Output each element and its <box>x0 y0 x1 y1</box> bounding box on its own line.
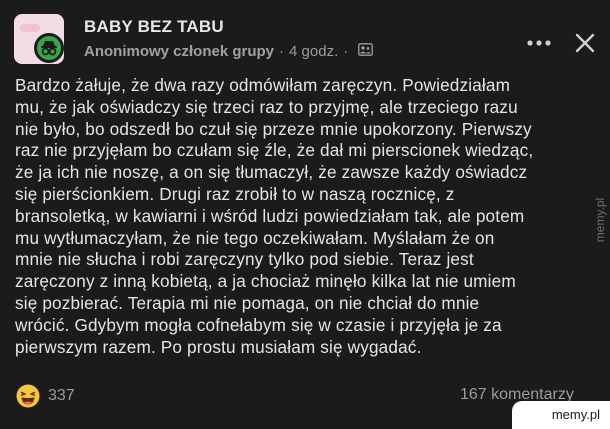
post-body: Bardzo żałuje, że dwa razy odmówiłam zar… <box>15 75 590 358</box>
post-author: Anonimowy członek grupy <box>84 43 275 60</box>
watermark-side: memy.pl <box>592 180 608 260</box>
members-icon <box>358 43 374 60</box>
post-text-line: mnie nie słucha i robi zaręczyny tylko p… <box>15 249 474 270</box>
post-text-line: się pozbierać. Terapia mi nie pomaga, on… <box>15 292 480 313</box>
post-text-line: bransoletką, w kawiarni i wśród ludzi po… <box>15 205 525 226</box>
group-name[interactable]: BABY BEZ TABU <box>84 17 224 37</box>
post-text-line: mu wytłumaczyłam, że nie tego oczekiwała… <box>15 227 495 248</box>
watermark-corner-text: memy.pl <box>551 407 600 422</box>
post-screenshot: BABY BEZ TABU Anonimowy członek grupy · … <box>0 0 610 429</box>
post-text-line: że ja ich nie noszę, a on się tłumaczył,… <box>15 162 528 183</box>
post-text-line: Bardzo żałuje, że dwa razy odmówiłam zar… <box>15 75 511 95</box>
reactions-summary[interactable]: 337 <box>16 384 75 408</box>
group-avatar-image <box>20 24 40 32</box>
post-meta: Anonimowy członek grupy · 4 godz. · <box>84 43 374 60</box>
meta-separator: · <box>343 43 349 60</box>
watermark-side-text: memy.pl <box>593 197 607 243</box>
post-header: BABY BEZ TABU Anonimowy członek grupy · … <box>12 12 610 72</box>
watermark-corner: memy.pl <box>512 401 610 429</box>
close-icon[interactable] <box>574 32 596 54</box>
meta-separator: · <box>279 43 285 60</box>
post-text-line: się pierścionkiem. Drugi raz zrobił to w… <box>15 183 455 204</box>
reaction-count: 337 <box>48 387 75 404</box>
more-options-icon[interactable] <box>526 32 552 54</box>
post-text-line: pierwszym razem. Po prostu musiałam się … <box>15 336 422 357</box>
post-text-line: zaręczony z inną kobietą, a ja chociaż m… <box>15 271 516 292</box>
post-text-line: nie było, bo odszedł bo czuł się przeze … <box>15 118 532 139</box>
post-text-line: raz nie przyjęłam bo czułam się źle, że … <box>15 140 534 161</box>
haha-emoji-icon <box>16 384 40 408</box>
anonymous-member-icon <box>34 33 64 63</box>
post-text-line: wrócić. Gdybym mogła cofnełabym się w cz… <box>15 314 502 335</box>
post-time[interactable]: 4 godz. <box>289 43 338 60</box>
post-text-line: mu, że jak oświadczy się trzeci raz to p… <box>15 96 518 117</box>
